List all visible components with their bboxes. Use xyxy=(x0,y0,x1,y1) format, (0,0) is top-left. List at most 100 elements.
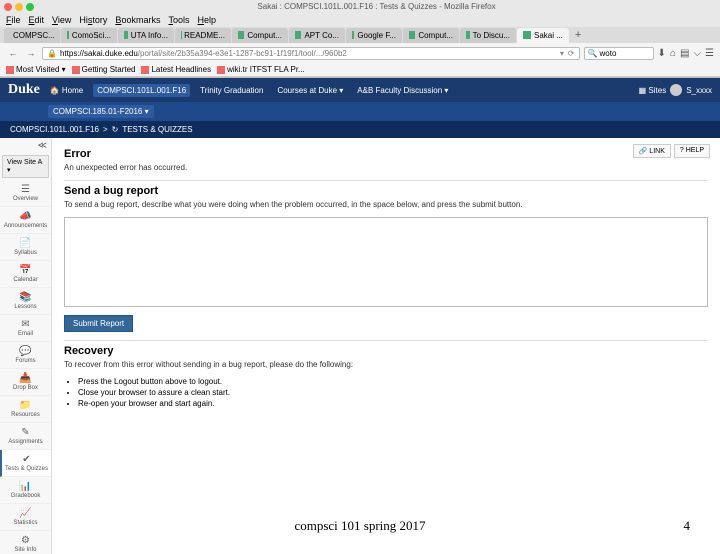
browser-tab[interactable]: To Discu... xyxy=(460,28,516,43)
sidebar-item-assignments[interactable]: ✎Assignments xyxy=(0,423,51,450)
reload-icon[interactable]: ⟳ xyxy=(568,49,575,58)
bookmark-icon xyxy=(141,66,149,74)
sidebar-collapse-button[interactable]: ≪ xyxy=(0,138,51,153)
menu-edit[interactable]: Edit xyxy=(29,15,45,25)
sidebar-item-email[interactable]: ✉Email xyxy=(0,315,51,342)
nav-item[interactable]: A&B Faculty Discussion ▾ xyxy=(353,84,452,97)
home-icon[interactable]: ⌂ xyxy=(670,48,676,59)
browser-tab[interactable]: README... xyxy=(175,28,231,43)
sidebar-item-announcements[interactable]: 📣Announcements xyxy=(0,207,51,234)
forward-button[interactable]: → xyxy=(24,46,38,60)
menu-file[interactable]: File xyxy=(6,15,21,25)
help-button[interactable]: ? HELP xyxy=(674,144,710,158)
grid-icon[interactable]: ▦ Sites xyxy=(639,86,667,95)
url-path: /portal/site/2b35a394-e3e1-1287-bc91-1f1… xyxy=(138,49,560,58)
search-bar[interactable]: 🔍 woto xyxy=(584,47,654,60)
favicon-icon xyxy=(67,31,69,39)
menu-bookmarks[interactable]: Bookmarks xyxy=(115,15,160,25)
sidebar-item-statistics[interactable]: 📈Statistics xyxy=(0,504,51,531)
browser-tab[interactable]: Comput... xyxy=(232,28,288,43)
breadcrumb-tool: TESTS & QUIZZES xyxy=(122,125,192,134)
maximize-window-icon[interactable] xyxy=(26,3,34,11)
bookmarks-bar: Most Visited ▾ Getting Started Latest He… xyxy=(0,63,720,77)
dropdown-icon[interactable]: ▾ xyxy=(560,49,564,58)
browser-chrome: Sakai : COMPSCI.101L.001.F16 : Tests & Q… xyxy=(0,0,720,78)
menu-tools[interactable]: Tools xyxy=(168,15,189,25)
resources-icon: 📁 xyxy=(19,400,31,411)
new-tab-button[interactable]: + xyxy=(570,27,586,43)
pocket-icon[interactable]: ⌵ xyxy=(693,48,701,59)
bug-report-textarea[interactable] xyxy=(64,217,708,307)
minimize-window-icon[interactable] xyxy=(15,3,23,11)
avatar[interactable] xyxy=(670,84,682,96)
favicon-icon xyxy=(466,31,470,39)
favicon-icon xyxy=(238,31,244,39)
url-host: https://sakai.duke.edu xyxy=(60,49,138,58)
overview-icon: ☰ xyxy=(21,184,30,195)
sidebar-item-tests[interactable]: ✔Tests & Quizzes xyxy=(0,450,51,477)
tabs-row: COMPSC... ComoSci... UTA Info... README.… xyxy=(0,27,720,43)
sidebar-item-lessons[interactable]: 📚Lessons xyxy=(0,288,51,315)
menu-view[interactable]: View xyxy=(52,15,71,25)
sidebar-item-siteinfo[interactable]: ⚙Site Info xyxy=(0,531,51,554)
bookmark-icon xyxy=(6,66,14,74)
bookmark-item[interactable]: wiki.tr ITFST FLA Pr... xyxy=(217,65,305,74)
recovery-text: To recover from this error without sendi… xyxy=(64,360,708,369)
duke-logo[interactable]: Duke xyxy=(8,82,40,98)
browser-tab[interactable]: Google F... xyxy=(346,28,402,43)
menu-help[interactable]: Help xyxy=(197,15,216,25)
favicon-icon xyxy=(124,31,128,39)
window-title: Sakai : COMPSCI.101L.001.F16 : Tests & Q… xyxy=(37,2,716,11)
nav-item[interactable]: Trinity Graduation xyxy=(196,84,267,97)
nav-course-active[interactable]: COMPSCI.101L.001.F16 xyxy=(93,84,190,97)
nav-home[interactable]: 🏠 Home xyxy=(46,84,87,97)
sidebar-item-overview[interactable]: ☰Overview xyxy=(0,180,51,207)
browser-tab[interactable]: COMPSC... xyxy=(4,28,60,43)
user-menu[interactable]: S_xxxx xyxy=(686,86,712,95)
dropbox-icon: 📥 xyxy=(19,373,31,384)
browser-tab[interactable]: UTA Info... xyxy=(118,28,174,43)
browser-tab-active[interactable]: Sakai ... xyxy=(517,28,569,43)
sidebar-item-syllabus[interactable]: 📄Syllabus xyxy=(0,234,51,261)
main-layout: ≪ View Site A ▾ ☰Overview 📣Announcements… xyxy=(0,138,720,554)
toolbar-icons: ⬇ ⌂ ▤ ⌵ ☰ xyxy=(658,48,714,59)
sidebar-item-calendar[interactable]: 📅Calendar xyxy=(0,261,51,288)
link-button[interactable]: 🔗 LINK xyxy=(633,144,671,158)
menu-icon[interactable]: ☰ xyxy=(705,48,714,59)
browser-tab[interactable]: Comput... xyxy=(403,28,459,43)
sidebar-item-forums[interactable]: 💬Forums xyxy=(0,342,51,369)
sidebar-item-gradebook[interactable]: 📊Gradebook xyxy=(0,477,51,504)
help-buttons: 🔗 LINK ? HELP xyxy=(633,144,710,158)
sidebar-item-dropbox[interactable]: 📥Drop Box xyxy=(0,369,51,396)
refresh-icon[interactable]: ↻ xyxy=(112,125,119,134)
view-site-dropdown[interactable]: View Site A ▾ xyxy=(2,155,49,178)
sidebar-icon[interactable]: ▤ xyxy=(680,48,689,59)
url-bar[interactable]: 🔒 https://sakai.duke.edu /portal/site/2b… xyxy=(42,47,580,60)
sakai-header: Duke 🏠 Home COMPSCI.101L.001.F16 Trinity… xyxy=(0,78,720,102)
browser-tab[interactable]: APT Co... xyxy=(289,28,345,43)
close-window-icon[interactable] xyxy=(4,3,12,11)
forums-icon: 💬 xyxy=(19,346,31,357)
back-button[interactable]: ← xyxy=(6,46,20,60)
breadcrumb-course[interactable]: COMPSCI.101L.001.F16 xyxy=(10,125,99,134)
recovery-list: Press the Logout button above to logout.… xyxy=(78,377,708,408)
subheader-tab[interactable]: COMPSCI.185.01-F2016 ▾ xyxy=(48,105,154,118)
window-controls: Sakai : COMPSCI.101L.001.F16 : Tests & Q… xyxy=(0,0,720,13)
sidebar-item-resources[interactable]: 📁Resources xyxy=(0,396,51,423)
favicon-icon xyxy=(352,31,354,39)
bookmark-item[interactable]: Getting Started xyxy=(72,65,136,74)
header-right: ▦ Sites S_xxxx xyxy=(639,84,712,96)
sidebar: ≪ View Site A ▾ ☰Overview 📣Announcements… xyxy=(0,138,52,554)
lock-icon: 🔒 xyxy=(47,49,57,58)
bug-report-heading: Send a bug report xyxy=(64,185,708,197)
footer-text: compsci 101 spring 2017 xyxy=(294,518,425,534)
browser-tab[interactable]: ComoSci... xyxy=(61,28,117,43)
bookmark-item[interactable]: Most Visited ▾ xyxy=(6,65,66,74)
submit-report-button[interactable]: Submit Report xyxy=(64,315,133,332)
recovery-step: Press the Logout button above to logout. xyxy=(78,377,708,386)
download-icon[interactable]: ⬇ xyxy=(658,48,666,59)
menu-history[interactable]: History xyxy=(79,15,107,25)
bookmark-item[interactable]: Latest Headlines xyxy=(141,65,211,74)
nav-item[interactable]: Courses at Duke ▾ xyxy=(273,84,347,97)
favicon-icon xyxy=(523,31,531,39)
